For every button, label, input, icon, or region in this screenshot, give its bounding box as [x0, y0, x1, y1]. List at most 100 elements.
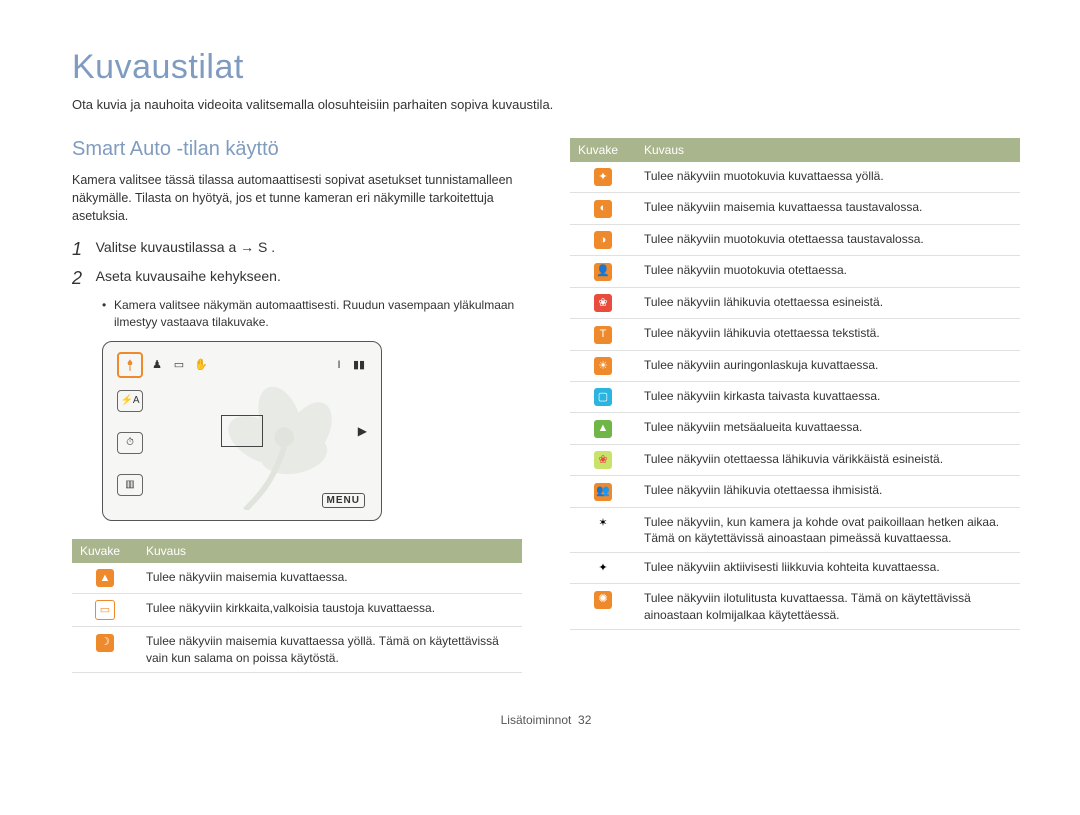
timer-off-icon: ⏱ [117, 432, 143, 454]
page-title: Kuvaustilat [72, 48, 1020, 87]
icon-cell: ▢ [570, 381, 636, 412]
icon-cell: ✶ [570, 507, 636, 552]
desc-cell: Tulee näkyviin kirkkaita,valkoisia taust… [138, 594, 522, 627]
night-portrait-icon: ✦ [594, 168, 612, 186]
icon-cell: ❀ [570, 444, 636, 475]
macro-color-icon: ❀ [594, 451, 612, 469]
icon-cell: ▭ [72, 594, 138, 627]
desc-cell: Tulee näkyviin metsäalueita kuvattaessa. [636, 413, 1020, 444]
table-header-icon: Kuvake [72, 539, 138, 563]
table-header-desc: Kuvaus [138, 539, 522, 563]
step-2: 2 Aseta kuvausaihe kehykseen. [72, 268, 522, 289]
sunset-icon: ☀ [594, 357, 612, 375]
page-footer: Lisätoiminnot 32 [72, 713, 1020, 727]
camera-lcd-preview: ♟ ▭ ✋ I ▮▮ [102, 341, 382, 521]
table-header-desc: Kuvaus [636, 138, 1020, 162]
step-1-number: 1 [72, 239, 92, 260]
tripod-icon: ✶ [594, 514, 612, 532]
desc-cell: Tulee näkyviin muotokuvia kuvattaessa yö… [636, 162, 1020, 193]
focus-frame [221, 415, 263, 447]
macro-people-icon: 👥 [594, 483, 612, 501]
table-row: ❀ Tulee näkyviin lähikuvia otettaessa esi… [570, 287, 1020, 318]
left-column: Smart Auto -tilan käyttö Kamera valitsee… [72, 138, 522, 673]
night-landscape-icon: ☽ [96, 634, 114, 652]
icon-cell: ▲ [570, 413, 636, 444]
content-columns: Smart Auto -tilan käyttö Kamera valitsee… [72, 138, 1020, 673]
step-2-text: Aseta kuvausaihe kehykseen. [96, 268, 281, 284]
table-row: ▲ Tulee näkyviin metsäalueita kuvattaessa… [570, 413, 1020, 444]
footer-section: Lisätoiminnot [501, 713, 572, 727]
desc-cell: Tulee näkyviin maisemia kuvattaessa taus… [636, 193, 1020, 224]
white-bg-icon: ▭ [95, 600, 115, 620]
step-1: 1 Valitse kuvaustilassa a → S . [72, 239, 522, 260]
icon-cell: ◐ [570, 193, 636, 224]
table-row: ✦ Tulee näkyviin muotokuvia kuvattaessa y… [570, 162, 1020, 193]
desc-cell: Tulee näkyviin lähikuvia otettaessa ihmi… [636, 476, 1020, 507]
table-row: 👤 Tulee näkyviin muotokuvia otettaessa. [570, 256, 1020, 287]
table-row: ▭ Tulee näkyviin kirkkaita,valkoisia taus… [72, 594, 522, 627]
desc-cell: Tulee näkyviin lähikuvia otettaessa teks… [636, 319, 1020, 350]
fireworks-icon: ✺ [594, 591, 612, 609]
battery-icon: ▮▮ [351, 357, 367, 373]
table-row: ◐ Tulee näkyviin maisemia kuvattaessa tau… [570, 193, 1020, 224]
icon-table-left: Kuvake Kuvaus ▲ Tulee näkyviin maisemia k… [72, 539, 522, 673]
table-row: T Tulee näkyviin lähikuvia otettaessa tek… [570, 319, 1020, 350]
desc-cell: Tulee näkyviin, kun kamera ja kohde ovat… [636, 507, 1020, 552]
table-row: ▢ Tulee näkyviin kirkasta taivasta kuvatt… [570, 381, 1020, 412]
portrait-icon: 👤 [594, 263, 612, 281]
macro-icon [117, 352, 143, 378]
table-row: ✶ Tulee näkyviin, kun kamera ja kohde ova… [570, 507, 1020, 552]
icon-cell: ☀ [570, 350, 636, 381]
menu-label: MENU [322, 493, 365, 508]
display-icon: ▥ [117, 474, 143, 496]
table-row: ▲ Tulee näkyviin maisemia kuvattaessa. [72, 563, 522, 594]
person-icon: ♟ [149, 357, 165, 373]
icon-cell: ◑ [570, 224, 636, 255]
desc-cell: Tulee näkyviin maisemia kuvattaessa yöll… [138, 627, 522, 672]
desc-cell: Tulee näkyviin maisemia kuvattaessa. [138, 563, 522, 594]
icon-cell: ✦ [570, 162, 636, 193]
icon-cell: ❀ [570, 287, 636, 318]
section-paragraph: Kamera valitsee tässä tilassa automaatti… [72, 171, 522, 225]
macro-text-icon: T [594, 326, 612, 344]
icon-cell: 👥 [570, 476, 636, 507]
icon-table-right: Kuvake Kuvaus ✦ Tulee näkyviin muotokuvia… [570, 138, 1020, 630]
icon-cell: ☽ [72, 627, 138, 672]
macro-object-icon: ❀ [594, 294, 612, 312]
step-1-text: Valitse kuvaustilassa a → S . [96, 239, 276, 255]
forest-icon: ▲ [594, 420, 612, 438]
right-column: Kuvake Kuvaus ✦ Tulee näkyviin muotokuvia… [570, 138, 1020, 673]
desc-cell: Tulee näkyviin otettaessa lähikuvia väri… [636, 444, 1020, 475]
table-row: ✺ Tulee näkyviin ilotulitusta kuvattaessa… [570, 584, 1020, 629]
page-intro: Ota kuvia ja nauhoita videoita valitsema… [72, 97, 1020, 112]
desc-cell: Tulee näkyviin muotokuvia otettaessa tau… [636, 224, 1020, 255]
section-title: Smart Auto -tilan käyttö [72, 138, 522, 161]
table-row: 👥 Tulee näkyviin lähikuvia otettaessa ihm… [570, 476, 1020, 507]
desc-cell: Tulee näkyviin muotokuvia otettaessa. [636, 256, 1020, 287]
desc-cell: Tulee näkyviin lähikuvia otettaessa esin… [636, 287, 1020, 318]
desc-cell: Tulee näkyviin ilotulitusta kuvattaessa.… [636, 584, 1020, 629]
flash-auto-icon: ⚡A [117, 390, 143, 412]
icon-cell: 👤 [570, 256, 636, 287]
backlit-landscape-icon: ◐ [594, 200, 612, 218]
table-row: ◑ Tulee näkyviin muotokuvia otettaessa ta… [570, 224, 1020, 255]
step-2-bullet: Kamera valitsee näkymän automaattisesti.… [102, 297, 522, 331]
bluesky-icon: ▢ [594, 388, 612, 406]
desc-cell: Tulee näkyviin auringonlaskuja kuvattaes… [636, 350, 1020, 381]
step-2-number: 2 [72, 268, 92, 289]
icon-cell: ▲ [72, 563, 138, 594]
right-arrow-icon: ▶ [358, 424, 367, 438]
table-row: ❀ Tulee näkyviin otettaessa lähikuvia vär… [570, 444, 1020, 475]
icon-cell: T [570, 319, 636, 350]
icon-cell: ✦ [570, 553, 636, 584]
table-row: ☽ Tulee näkyviin maisemia kuvattaessa yöl… [72, 627, 522, 672]
icon-cell: ✺ [570, 584, 636, 629]
desc-cell: Tulee näkyviin aktiivisesti liikkuvia ko… [636, 553, 1020, 584]
table-header-icon: Kuvake [570, 138, 636, 162]
action-icon: ✦ [594, 559, 612, 577]
footer-page-number: 32 [578, 713, 591, 727]
landscape-icon: ▲ [96, 569, 114, 587]
backlit-portrait-icon: ◑ [594, 231, 612, 249]
table-row: ✦ Tulee näkyviin aktiivisesti liikkuvia k… [570, 553, 1020, 584]
desc-cell: Tulee näkyviin kirkasta taivasta kuvatta… [636, 381, 1020, 412]
